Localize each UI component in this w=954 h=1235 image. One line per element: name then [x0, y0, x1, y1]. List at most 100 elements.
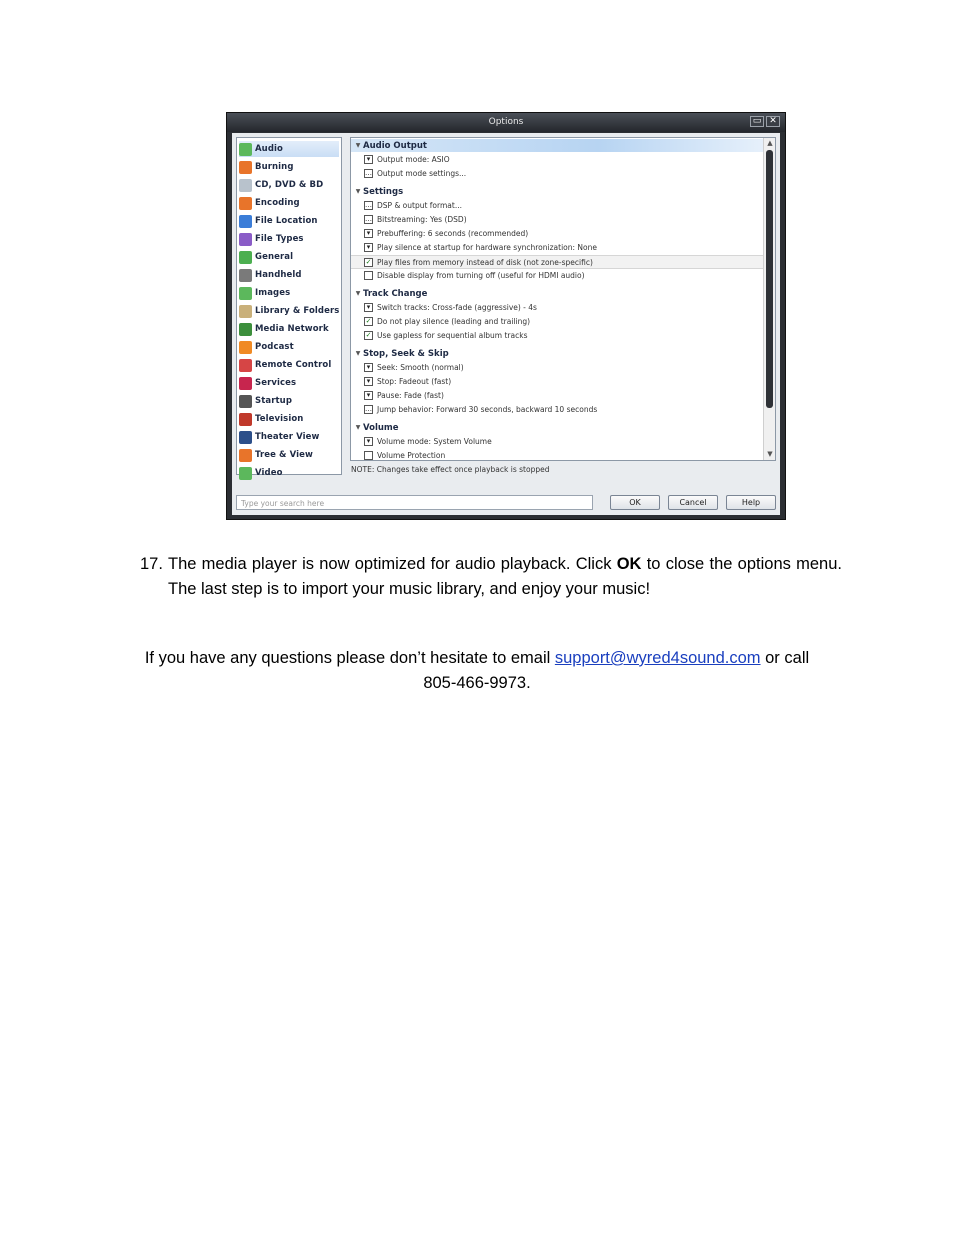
setting-row[interactable]: … Bitstreaming: Yes (DSD)	[351, 213, 763, 226]
settings-scrollbar[interactable]: ▲ ▼	[763, 138, 775, 460]
settings-section[interactable]: ▼ Audio Output	[351, 139, 763, 152]
dropdown-arrow-icon[interactable]: ▾	[364, 437, 373, 446]
checkbox-icon[interactable]	[364, 271, 373, 280]
audio-icon	[239, 142, 252, 156]
scroll-down-icon[interactable]: ▼	[764, 449, 775, 460]
scroll-up-icon[interactable]: ▲	[764, 138, 775, 149]
television-icon	[239, 412, 252, 426]
options-settings-panel: ▲ ▼ ▼ Audio Output ▾ Output mode: ASIO… Outp…	[350, 137, 776, 461]
collapse-caret-icon[interactable]: ▼	[353, 350, 363, 357]
setting-row[interactable]: ✓ Play files from memory instead of disk …	[351, 255, 763, 269]
settings-section[interactable]: ▼ Stop, Seek & Skip	[351, 347, 763, 360]
sidebar-item-tree-view[interactable]: Tree & View	[239, 447, 339, 463]
sidebar-item-label: Burning	[255, 162, 294, 172]
sidebar-item-startup[interactable]: Startup	[239, 393, 339, 409]
sidebar-item-television[interactable]: Television	[239, 411, 339, 427]
handheld-icon	[239, 268, 252, 282]
remote-control-icon	[239, 358, 252, 372]
sidebar-item-audio[interactable]: Audio	[239, 141, 339, 157]
maximize-icon[interactable]: ▭	[750, 116, 764, 127]
checked-checkbox-icon[interactable]: ✓	[364, 317, 373, 326]
dialog-titlebar: Options ▭ ✕	[227, 113, 785, 132]
setting-label: Seek: Smooth (normal)	[377, 363, 464, 372]
sidebar-item-file-location[interactable]: File Location	[239, 213, 339, 229]
sidebar-item-remote-control[interactable]: Remote Control	[239, 357, 339, 373]
sidebar-item-label: Audio	[255, 144, 283, 154]
ellipsis-button-icon[interactable]: …	[364, 201, 373, 210]
dropdown-arrow-icon[interactable]: ▾	[364, 303, 373, 312]
setting-row[interactable]: ✓ Do not play silence (leading and traili…	[351, 315, 763, 328]
step-text: The media player is now optimized for au…	[168, 552, 842, 602]
sidebar-item-handheld[interactable]: Handheld	[239, 267, 339, 283]
options-search-input[interactable]: Type your search here	[236, 495, 593, 510]
media-network-icon	[239, 322, 252, 336]
scrollbar-thumb[interactable]	[766, 150, 773, 408]
sidebar-item-media-network[interactable]: Media Network	[239, 321, 339, 337]
sidebar-item-general[interactable]: General	[239, 249, 339, 265]
tree-view-icon	[239, 448, 252, 462]
sidebar-item-disc[interactable]: CD, DVD & BD	[239, 177, 339, 193]
close-icon[interactable]: ✕	[766, 116, 780, 127]
setting-row[interactable]: ▾ Pause: Fade (fast)	[351, 389, 763, 402]
dropdown-arrow-icon[interactable]: ▾	[364, 363, 373, 372]
setting-row[interactable]: ▾ Prebuffering: 6 seconds (recommended)	[351, 227, 763, 240]
support-email-link[interactable]: support@wyred4sound.com	[555, 649, 761, 667]
checkbox-icon[interactable]	[364, 451, 373, 460]
sidebar-item-burning[interactable]: Burning	[239, 159, 339, 175]
sidebar-item-video[interactable]: Video	[239, 465, 339, 481]
sidebar-item-label: Remote Control	[255, 360, 332, 370]
setting-row[interactable]: ▾ Output mode: ASIO	[351, 153, 763, 166]
checked-checkbox-icon[interactable]: ✓	[364, 257, 373, 267]
startup-icon	[239, 394, 252, 408]
sidebar-item-library[interactable]: Library & Folders	[239, 303, 339, 319]
ellipsis-button-icon[interactable]: …	[364, 405, 373, 414]
setting-row[interactable]: ▾ Stop: Fadeout (fast)	[351, 375, 763, 388]
sidebar-item-theater-view[interactable]: Theater View	[239, 429, 339, 445]
setting-row[interactable]: Volume Protection	[351, 449, 763, 460]
setting-row[interactable]: … Output mode settings...	[351, 167, 763, 180]
dropdown-arrow-icon[interactable]: ▾	[364, 229, 373, 238]
sidebar-item-label: CD, DVD & BD	[255, 180, 324, 190]
disc-icon	[239, 178, 252, 192]
step-number: 17.	[140, 555, 163, 573]
setting-row[interactable]: ▾ Volume mode: System Volume	[351, 435, 763, 448]
collapse-caret-icon[interactable]: ▼	[353, 142, 363, 149]
sidebar-item-label: Services	[255, 378, 297, 388]
setting-row[interactable]: ▾ Seek: Smooth (normal)	[351, 361, 763, 374]
collapse-caret-icon[interactable]: ▼	[353, 424, 363, 431]
dropdown-arrow-icon[interactable]: ▾	[364, 391, 373, 400]
ellipsis-button-icon[interactable]: …	[364, 215, 373, 224]
step-ok-bold: OK	[616, 555, 642, 573]
section-label: Volume	[363, 422, 399, 433]
settings-section[interactable]: ▼ Volume	[351, 421, 763, 434]
setting-row[interactable]: … DSP & output format...	[351, 199, 763, 212]
help-button[interactable]: Help	[726, 495, 776, 510]
setting-row[interactable]: ▾ Play silence at startup for hardware sy…	[351, 241, 763, 254]
settings-section[interactable]: ▼ Track Change	[351, 287, 763, 300]
sidebar-item-services[interactable]: Services	[239, 375, 339, 391]
dialog-body: Audio Burning CD, DVD & BD Encoding File Loc…	[232, 133, 780, 515]
dialog-title: Options	[488, 117, 524, 127]
search-placeholder: Type your search here	[241, 499, 325, 508]
cancel-button[interactable]: Cancel	[668, 495, 718, 510]
settings-section[interactable]: ▼ Settings	[351, 185, 763, 198]
ellipsis-button-icon[interactable]: …	[364, 169, 373, 178]
dropdown-arrow-icon[interactable]: ▾	[364, 243, 373, 252]
setting-label: Switch tracks: Cross-fade (aggressive) -…	[377, 303, 537, 312]
sidebar-item-label: Television	[255, 414, 304, 424]
collapse-caret-icon[interactable]: ▼	[353, 290, 363, 297]
sidebar-item-encoding[interactable]: Encoding	[239, 195, 339, 211]
ok-button[interactable]: OK	[610, 495, 660, 510]
setting-label: Jump behavior: Forward 30 seconds, backw…	[377, 405, 598, 414]
dropdown-arrow-icon[interactable]: ▾	[364, 377, 373, 386]
checked-checkbox-icon[interactable]: ✓	[364, 331, 373, 340]
setting-row[interactable]: ▾ Switch tracks: Cross-fade (aggressive) …	[351, 301, 763, 314]
sidebar-item-file-types[interactable]: File Types	[239, 231, 339, 247]
sidebar-item-images[interactable]: Images	[239, 285, 339, 301]
sidebar-item-podcast[interactable]: Podcast	[239, 339, 339, 355]
dropdown-arrow-icon[interactable]: ▾	[364, 155, 373, 164]
collapse-caret-icon[interactable]: ▼	[353, 188, 363, 195]
setting-row[interactable]: Disable display from turning off (useful…	[351, 269, 763, 282]
setting-row[interactable]: … Jump behavior: Forward 30 seconds, back…	[351, 403, 763, 416]
setting-row[interactable]: ✓ Use gapless for sequential album tracks	[351, 329, 763, 342]
